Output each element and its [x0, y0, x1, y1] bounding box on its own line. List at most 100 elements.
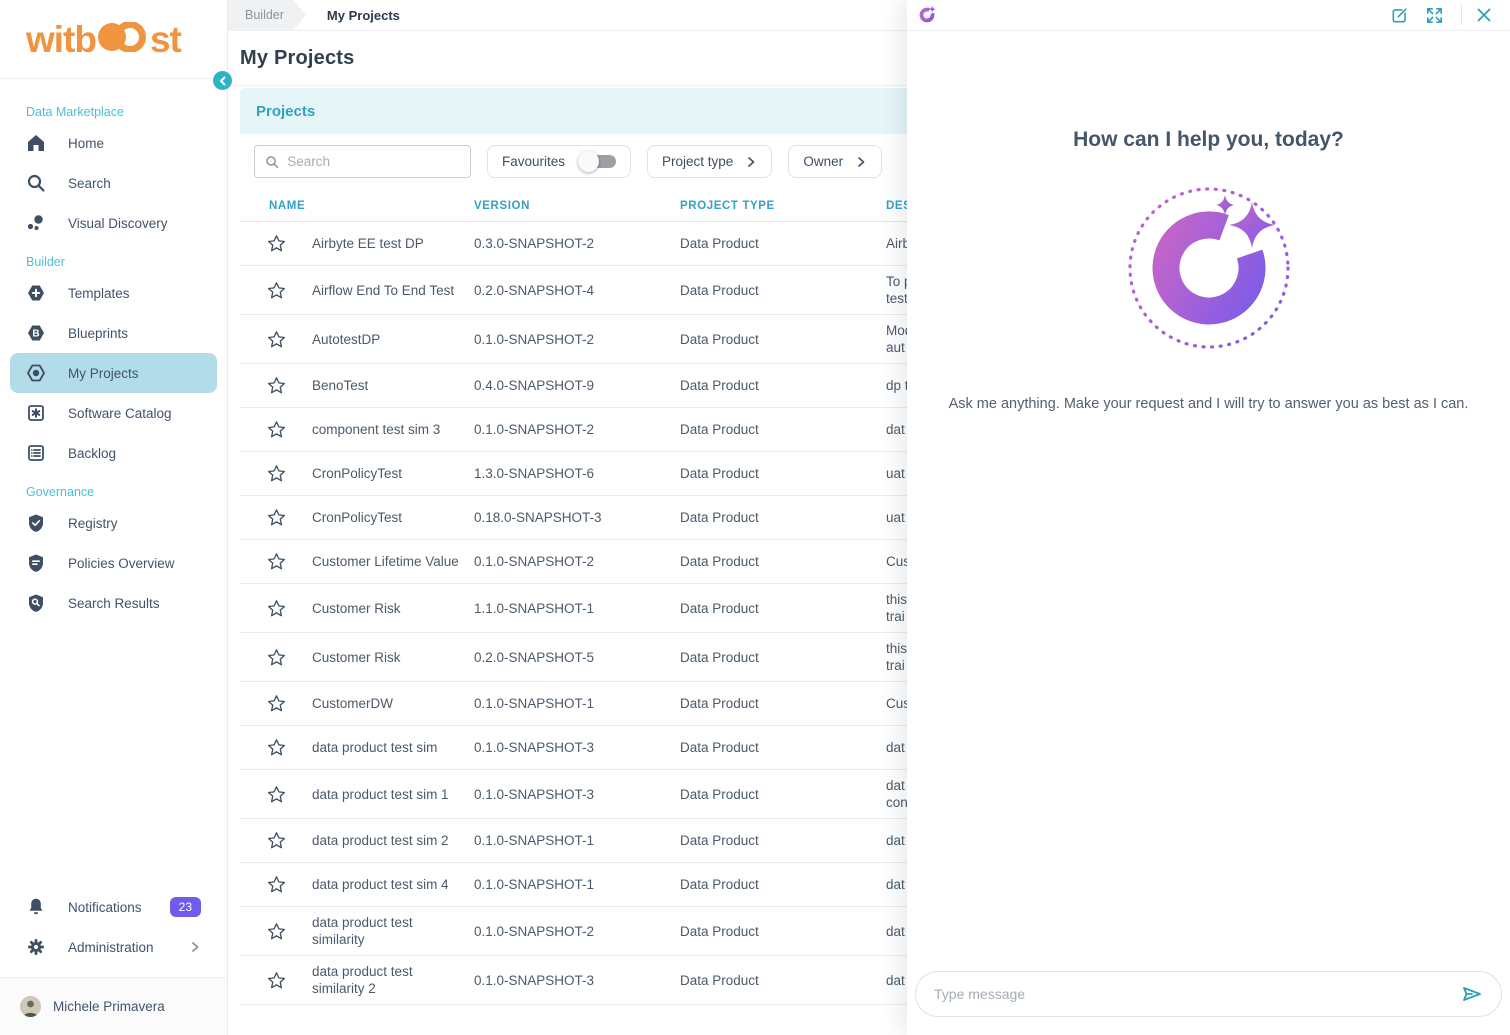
favourites-toggle-chip[interactable]: Favourites	[487, 145, 631, 178]
cell-name: data product test sim 2	[312, 819, 474, 863]
cell-version: 0.1.0-SNAPSHOT-2	[474, 408, 680, 452]
cell-project-type: Data Product	[680, 863, 886, 907]
favourite-star-button[interactable]	[262, 780, 291, 809]
cell-project-type: Data Product	[680, 682, 886, 726]
shield-check-icon	[26, 513, 46, 533]
cell-name: Customer Risk	[312, 584, 474, 633]
favourite-star-button[interactable]	[262, 459, 291, 488]
new-chat-button[interactable]	[1387, 3, 1412, 28]
search-icon	[26, 173, 46, 193]
send-button[interactable]	[1459, 982, 1485, 1006]
favourite-star-button[interactable]	[262, 966, 291, 995]
sidebar-item-policies-overview[interactable]: Policies Overview	[10, 543, 217, 583]
sidebar-item-templates[interactable]: Templates	[10, 273, 217, 313]
favourites-toggle[interactable]	[583, 155, 616, 168]
cell-project-type: Data Product	[680, 633, 886, 682]
cell-project-type: Data Product	[680, 408, 886, 452]
sidebar-item-search-results[interactable]: Search Results	[10, 583, 217, 623]
star-icon	[266, 598, 287, 619]
cell-name: data product test sim 1	[312, 770, 474, 819]
star-icon	[266, 551, 287, 572]
favourite-star-button[interactable]	[262, 733, 291, 762]
favourite-star-button[interactable]	[262, 229, 291, 258]
sidebar-item-label: Blueprints	[68, 326, 128, 341]
cell-name: Customer Lifetime Value	[312, 540, 474, 584]
cell-name: data product test sim	[312, 726, 474, 770]
filter-label: Owner	[803, 154, 843, 169]
expand-button[interactable]	[1422, 3, 1447, 28]
star-icon	[266, 507, 287, 528]
cell-name: data product test sim 4	[312, 863, 474, 907]
sidebar-item-backlog[interactable]: Backlog	[10, 433, 217, 473]
sidebar-item-visual-discovery[interactable]: Visual Discovery	[10, 203, 217, 243]
sidebar-item-administration[interactable]: Administration	[10, 927, 217, 967]
sidebar-item-my-projects[interactable]: My Projects	[10, 353, 217, 393]
hexagon-dot-icon	[26, 363, 46, 383]
favourite-star-button[interactable]	[262, 325, 291, 354]
cell-name: Airbyte EE test DP	[312, 222, 474, 266]
favourite-star-button[interactable]	[262, 917, 291, 946]
chat-input-row	[907, 971, 1510, 1035]
sidebar-item-blueprints[interactable]: B Blueprints	[10, 313, 217, 353]
star-icon	[266, 419, 287, 440]
cell-project-type: Data Product	[680, 770, 886, 819]
cell-name: Customer Risk	[312, 633, 474, 682]
sidebar-item-home[interactable]: Home	[10, 123, 217, 163]
sidebar-item-label: Visual Discovery	[68, 216, 168, 231]
shield-lines-icon	[26, 553, 46, 573]
user-area[interactable]: Michele Primavera	[0, 977, 227, 1035]
favourite-star-button[interactable]	[262, 547, 291, 576]
favourite-star-button[interactable]	[262, 689, 291, 718]
cell-project-type: Data Product	[680, 364, 886, 408]
favourite-star-button[interactable]	[262, 371, 291, 400]
chat-message-input[interactable]	[934, 986, 1459, 1002]
bubbles-icon	[26, 213, 46, 233]
sidebar-item-label: Templates	[68, 286, 130, 301]
close-panel-button[interactable]	[1472, 3, 1496, 27]
search-icon	[265, 154, 279, 170]
favourite-star-button[interactable]	[262, 643, 291, 672]
backlog-list-icon	[26, 443, 46, 463]
col-header-project-type[interactable]: PROJECT TYPE	[680, 191, 886, 222]
favourite-star-button[interactable]	[262, 415, 291, 444]
divider	[1461, 5, 1462, 25]
cell-project-type: Data Product	[680, 819, 886, 863]
search-box	[254, 145, 471, 178]
favourite-star-button[interactable]	[262, 503, 291, 532]
sidebar-item-search[interactable]: Search	[10, 163, 217, 203]
filter-project-type[interactable]: Project type	[647, 145, 772, 178]
sidebar-item-notifications[interactable]: Notifications 23	[10, 887, 217, 927]
shield-search-icon	[26, 593, 46, 613]
search-input[interactable]	[287, 154, 460, 169]
sidebar-collapse-button[interactable]	[213, 71, 232, 90]
col-header-version[interactable]: VERSION	[474, 191, 680, 222]
cell-name: component test sim 3	[312, 408, 474, 452]
favourite-star-button[interactable]	[262, 594, 291, 623]
favourite-star-button[interactable]	[262, 276, 291, 305]
cell-version: 0.2.0-SNAPSHOT-4	[474, 266, 680, 315]
cell-version: 0.1.0-SNAPSHOT-3	[474, 726, 680, 770]
cell-version: 1.3.0-SNAPSHOT-6	[474, 452, 680, 496]
sidebar-item-software-catalog[interactable]: Software Catalog	[10, 393, 217, 433]
cell-version: 0.1.0-SNAPSHOT-1	[474, 863, 680, 907]
sidebar: witbst Data Marketplace Home Search Visu…	[0, 0, 228, 1035]
favourites-label: Favourites	[502, 154, 565, 169]
send-icon	[1461, 984, 1483, 1004]
star-icon	[266, 233, 287, 254]
breadcrumb-parent[interactable]: Builder	[228, 0, 306, 31]
col-header-name[interactable]: NAME	[240, 191, 474, 222]
filter-owner[interactable]: Owner	[788, 145, 882, 178]
section-builder: Builder	[10, 243, 217, 273]
cell-version: 0.3.0-SNAPSHOT-2	[474, 222, 680, 266]
gear-icon	[26, 937, 46, 957]
logo-area: witbst	[0, 0, 227, 79]
tab-projects[interactable]: Projects	[256, 103, 315, 120]
favourite-star-button[interactable]	[262, 870, 291, 899]
cell-name: CronPolicyTest	[312, 496, 474, 540]
filter-label: Project type	[662, 154, 733, 169]
cell-project-type: Data Product	[680, 726, 886, 770]
sidebar-item-registry[interactable]: Registry	[10, 503, 217, 543]
star-icon	[266, 329, 287, 350]
notifications-badge: 23	[170, 897, 201, 917]
favourite-star-button[interactable]	[262, 826, 291, 855]
